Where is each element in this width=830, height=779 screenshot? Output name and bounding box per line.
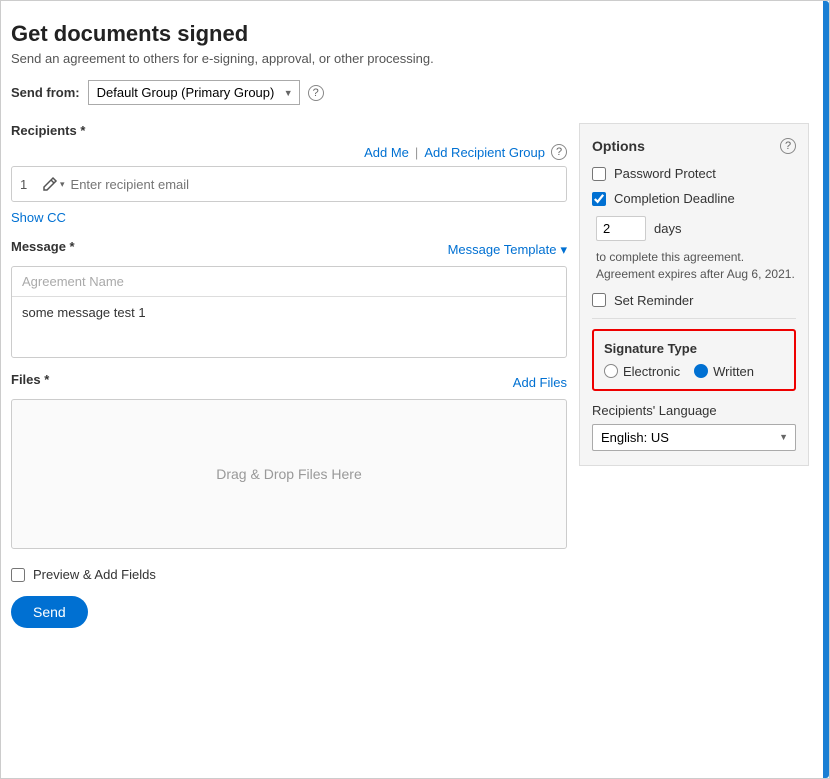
message-label: Message: [11, 239, 75, 254]
sig-radio-row: Electronic Written: [604, 364, 784, 379]
accent-bar: [823, 1, 829, 778]
pen-icon: [42, 176, 58, 192]
pipe-divider: |: [415, 145, 418, 160]
written-option[interactable]: Written: [694, 364, 754, 379]
written-radio[interactable]: [694, 364, 708, 378]
message-template-button[interactable]: Message Template ▾: [448, 242, 567, 258]
password-protect-row: Password Protect: [592, 166, 796, 181]
recipients-header: Add Me | Add Recipient Group ?: [11, 144, 567, 160]
recipient-row: 1 ▾: [11, 166, 567, 202]
electronic-option[interactable]: Electronic: [604, 364, 680, 379]
set-reminder-row: Set Reminder: [592, 293, 796, 308]
main-layout: Recipients Add Me | Add Recipient Group …: [11, 123, 809, 628]
message-text-area[interactable]: some message test 1: [12, 297, 566, 357]
add-files-button[interactable]: Add Files: [513, 375, 567, 390]
signature-type-box: Signature Type Electronic Written: [592, 329, 796, 391]
send-from-help-icon[interactable]: ?: [308, 85, 324, 101]
electronic-label: Electronic: [623, 364, 680, 379]
lang-section-label: Recipients' Language: [592, 403, 796, 418]
options-panel: Options ? Password Protect Completion De…: [579, 123, 809, 466]
options-header: Options ?: [592, 138, 796, 154]
send-from-select-wrapper: Default Group (Primary Group): [88, 80, 300, 105]
message-box: Agreement Name some message test 1: [11, 266, 567, 358]
left-panel: Recipients Add Me | Add Recipient Group …: [11, 123, 567, 628]
preview-label: Preview & Add Fields: [33, 567, 156, 582]
add-recipient-group-button[interactable]: Add Recipient Group: [424, 145, 545, 160]
message-header: Message Message Template ▾: [11, 239, 567, 260]
days-row: days: [596, 216, 796, 241]
set-reminder-label: Set Reminder: [614, 293, 693, 308]
completion-deadline-label: Completion Deadline: [614, 191, 735, 206]
lang-select[interactable]: English: US French German Spanish Japane…: [592, 424, 796, 451]
add-me-button[interactable]: Add Me: [364, 145, 409, 160]
recipient-email-input[interactable]: [71, 177, 558, 192]
password-protect-checkbox[interactable]: [592, 167, 606, 181]
recipients-help-icon[interactable]: ?: [551, 144, 567, 160]
page-subtitle: Send an agreement to others for e-signin…: [11, 51, 809, 66]
options-divider: [592, 318, 796, 319]
send-from-label: Send from:: [11, 85, 80, 100]
options-help-icon[interactable]: ?: [780, 138, 796, 154]
files-header: Files Add Files: [11, 372, 567, 393]
message-template-chevron: ▾: [560, 242, 567, 258]
electronic-radio[interactable]: [604, 364, 618, 378]
page-container: Get documents signed Send an agreement t…: [0, 0, 830, 779]
password-protect-label: Password Protect: [614, 166, 716, 181]
preview-row: Preview & Add Fields: [11, 567, 567, 582]
set-reminder-checkbox[interactable]: [592, 293, 606, 307]
files-label: Files: [11, 372, 49, 387]
expire-note: to complete this agreement. Agreement ex…: [596, 249, 796, 283]
message-template-label: Message Template: [448, 242, 557, 257]
drop-zone-text: Drag & Drop Files Here: [216, 466, 362, 482]
days-label: days: [654, 221, 681, 236]
lang-select-wrapper: English: US French German Spanish Japane…: [592, 424, 796, 451]
options-title: Options: [592, 138, 645, 154]
completion-deadline-row: Completion Deadline: [592, 191, 796, 206]
page-title: Get documents signed: [11, 21, 809, 47]
send-from-select[interactable]: Default Group (Primary Group): [88, 80, 300, 105]
preview-checkbox[interactable]: [11, 568, 25, 582]
recipient-number: 1: [20, 177, 34, 192]
days-input[interactable]: [596, 216, 646, 241]
show-cc-link[interactable]: Show CC: [11, 210, 66, 225]
completion-deadline-checkbox[interactable]: [592, 192, 606, 206]
send-button[interactable]: Send: [11, 596, 88, 628]
drop-zone[interactable]: Drag & Drop Files Here: [11, 399, 567, 549]
recipients-label: Recipients: [11, 123, 567, 138]
agreement-name-bar[interactable]: Agreement Name: [12, 267, 566, 297]
bottom-section: Preview & Add Fields Send: [11, 567, 567, 628]
send-from-row: Send from: Default Group (Primary Group)…: [11, 80, 809, 105]
written-label: Written: [713, 364, 754, 379]
pen-chevron-icon: ▾: [60, 179, 65, 190]
pen-icon-wrapper[interactable]: ▾: [42, 176, 65, 192]
signature-type-title: Signature Type: [604, 341, 784, 356]
